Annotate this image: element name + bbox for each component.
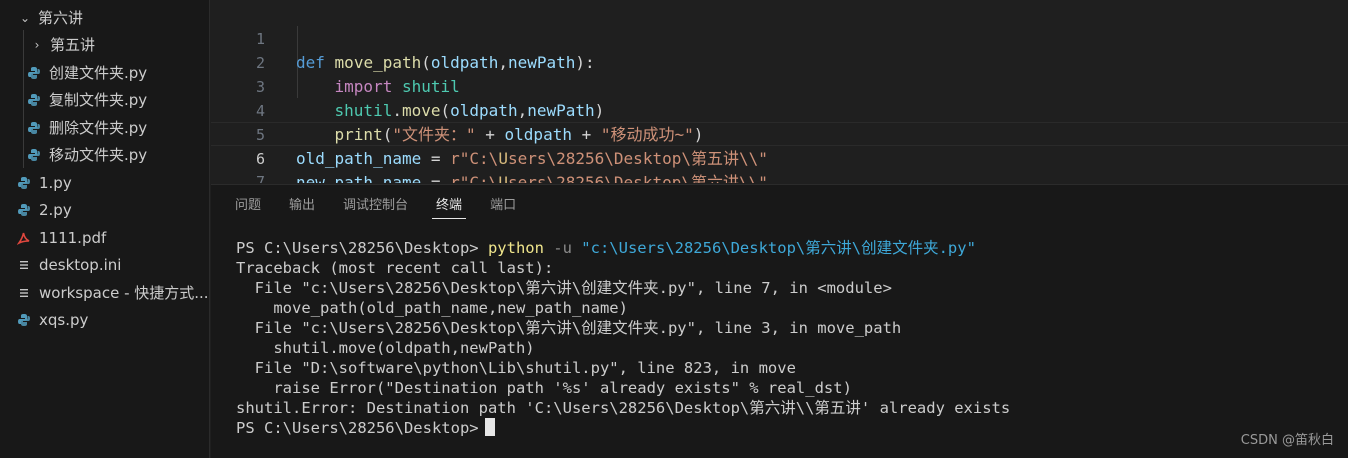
terminal-line: raise Error("Destination path '%s' alrea…: [236, 379, 852, 397]
code-line-current[interactable]: 6 new_path_name = r"C:\Users\28256\Deskt…: [211, 122, 1348, 183]
code-line[interactable]: 3 shutil.move(oldpath,newPath): [211, 51, 1348, 120]
file-row[interactable]: 删除文件夹.py: [0, 114, 210, 141]
file-row[interactable]: 移动文件夹.py: [0, 141, 210, 168]
folder-label: 第六讲: [38, 9, 84, 27]
folder-row-6[interactable]: ⌄ 第六讲: [0, 4, 210, 31]
file-label: 2.py: [39, 200, 72, 219]
tab-debug-console[interactable]: 调试控制台: [329, 185, 422, 225]
code-editor[interactable]: 1 def move_path(oldpath,newPath): 2 impo…: [211, 0, 1348, 183]
file-label: desktop.ini: [39, 255, 122, 274]
tab-output[interactable]: 输出: [275, 185, 329, 225]
file-row[interactable]: desktop.ini: [0, 251, 210, 278]
tab-problems[interactable]: 问题: [211, 185, 275, 225]
settings-file-icon: [16, 257, 32, 273]
chevron-down-icon: ⌄: [19, 10, 31, 25]
file-label: 复制文件夹.py: [49, 91, 148, 109]
file-lines-icon: [16, 285, 32, 301]
python-file-icon: [16, 312, 32, 328]
explorer-sidebar: ⌄ 第六讲 › 第五讲 创建文件夹.py 复制文件夹.py 删除文件夹.py 移…: [0, 0, 210, 458]
folder-label: 第五讲: [50, 36, 96, 54]
file-label: 删除文件夹.py: [49, 119, 148, 137]
file-row[interactable]: 1.py: [0, 169, 210, 196]
file-row[interactable]: 1111.pdf: [0, 224, 210, 251]
terminal-line: move_path(old_path_name,new_path_name): [236, 299, 628, 317]
file-row[interactable]: workspace - 快捷方式...: [0, 279, 210, 306]
file-row[interactable]: 复制文件夹.py: [0, 86, 210, 113]
folder-row-5[interactable]: › 第五讲: [0, 31, 210, 58]
code-line[interactable]: 8: [211, 170, 1348, 183]
pdf-file-icon: [16, 230, 32, 246]
file-row[interactable]: xqs.py: [0, 306, 210, 333]
terminal-cursor: [484, 418, 495, 436]
terminal-line: File "D:\software\python\Lib\shutil.py",…: [236, 359, 796, 377]
python-file-icon: [26, 147, 42, 163]
python-file-icon: [16, 175, 32, 191]
terminal-line: File "c:\Users\28256\Desktop\第六讲\创建文件夹.p…: [236, 319, 902, 337]
terminal-command-line: PS C:\Users\28256\Desktop> python -u "c:…: [236, 239, 976, 257]
file-label: 移动文件夹.py: [49, 146, 148, 164]
code-line[interactable]: 4 print("文件夹：" + oldpath + "移动成功~"): [211, 75, 1348, 144]
file-label: 创建文件夹.py: [49, 64, 148, 82]
python-file-icon: [26, 65, 42, 81]
file-label: 1111.pdf: [39, 228, 107, 247]
terminal-prompt-line: PS C:\Users\28256\Desktop>: [236, 418, 1010, 438]
terminal-output[interactable]: PS C:\Users\28256\Desktop> python -u "c:…: [236, 238, 1010, 438]
code-line[interactable]: 2 import shutil: [211, 27, 1348, 96]
tab-ports[interactable]: 端口: [476, 185, 530, 225]
panel-tabs: 问题 输出 调试控制台 终端 端口: [211, 185, 530, 225]
file-row[interactable]: 2.py: [0, 196, 210, 223]
bottom-panel: 问题 输出 调试控制台 终端 端口 PS C:\Users\28256\Desk…: [211, 184, 1348, 458]
code-line[interactable]: 7 move_path(old_path_name,new_path_name): [211, 146, 1348, 183]
chevron-right-icon: ›: [34, 37, 40, 52]
file-label: xqs.py: [39, 310, 89, 329]
file-label: workspace - 快捷方式...: [39, 284, 209, 302]
terminal-line: shutil.move(oldpath,newPath): [236, 339, 535, 357]
terminal-line: Traceback (most recent call last):: [236, 259, 554, 277]
code-line[interactable]: 5 old_path_name = r"C:\Users\28256\Deskt…: [211, 99, 1348, 168]
file-label: 1.py: [39, 173, 72, 192]
watermark: CSDN @笛秋白: [1240, 433, 1334, 448]
terminal-line: shutil.Error: Destination path 'C:\Users…: [236, 399, 1011, 417]
code-line[interactable]: 1 def move_path(oldpath,newPath):: [211, 3, 1348, 72]
python-file-icon: [16, 202, 32, 218]
file-row[interactable]: 创建文件夹.py: [0, 59, 210, 86]
python-file-icon: [26, 120, 42, 136]
python-file-icon: [26, 92, 42, 108]
tab-terminal[interactable]: 终端: [422, 185, 476, 225]
terminal-line: File "c:\Users\28256\Desktop\第六讲\创建文件夹.p…: [236, 279, 892, 297]
